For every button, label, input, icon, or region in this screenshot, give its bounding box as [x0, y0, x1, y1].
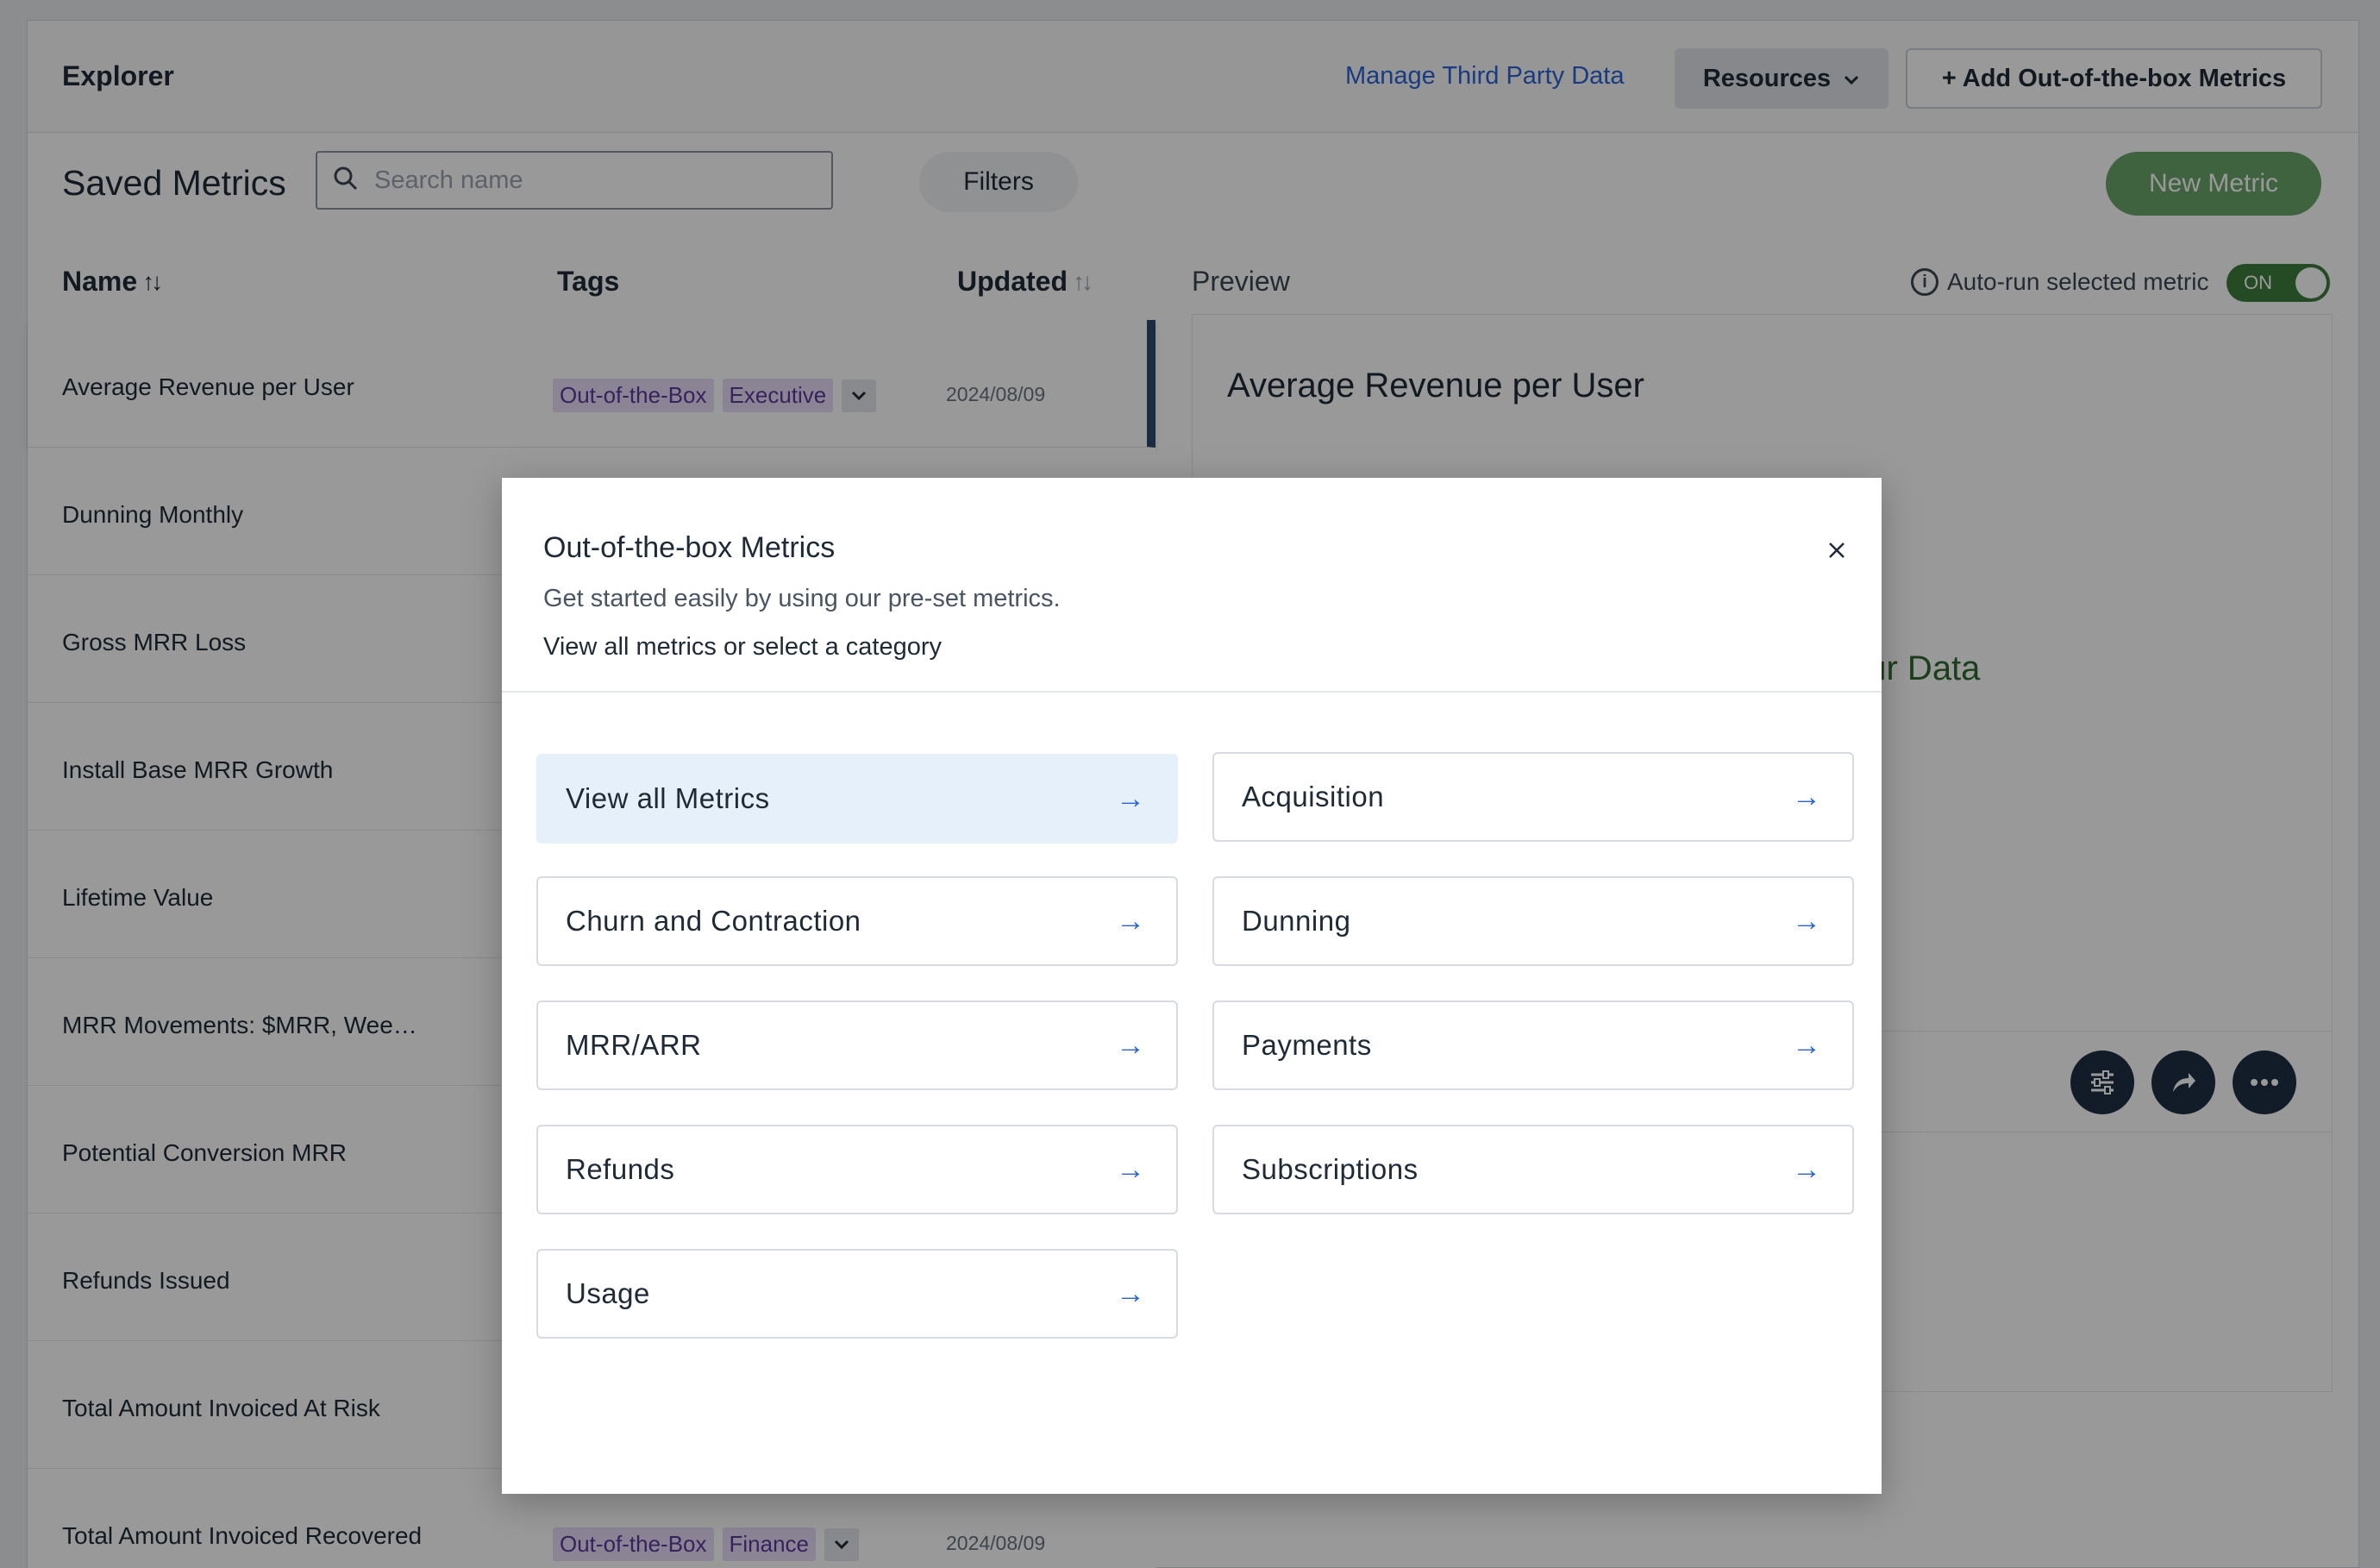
category-label: View all Metrics	[566, 782, 770, 814]
modal-subtitle: Get started easily by using our pre-set …	[543, 585, 1061, 612]
arrow-right-icon: →	[1116, 904, 1145, 938]
category-label: MRR/ARR	[566, 1029, 702, 1061]
modal-title: Out-of-the-box Metrics	[543, 531, 836, 564]
category-label: Acquisition	[1242, 781, 1385, 812]
category-subscriptions[interactable]: Subscriptions →	[1212, 1125, 1854, 1214]
close-icon[interactable]	[1821, 535, 1852, 566]
category-label: Refunds	[566, 1153, 675, 1185]
category-acquisition[interactable]: Acquisition →	[1212, 752, 1854, 842]
category-label: Churn and Contraction	[566, 905, 861, 937]
category-label: Subscriptions	[1242, 1153, 1419, 1185]
arrow-right-icon: →	[1116, 781, 1145, 815]
category-view-all-metrics[interactable]: View all Metrics →	[536, 754, 1178, 844]
arrow-right-icon: →	[1792, 1152, 1821, 1186]
out-of-box-metrics-modal: Out-of-the-box Metrics Get started easil…	[502, 478, 1882, 1494]
arrow-right-icon: →	[1116, 1152, 1145, 1186]
modal-prompt: View all metrics or select a category	[543, 633, 943, 661]
category-churn-and-contraction[interactable]: Churn and Contraction →	[536, 876, 1178, 966]
category-label: Dunning	[1242, 905, 1351, 937]
category-usage[interactable]: Usage →	[536, 1249, 1178, 1339]
arrow-right-icon: →	[1792, 1028, 1821, 1062]
arrow-right-icon: →	[1116, 1276, 1145, 1310]
arrow-right-icon: →	[1116, 1028, 1145, 1062]
category-mrr-arr[interactable]: MRR/ARR →	[536, 1000, 1178, 1090]
category-label: Payments	[1242, 1029, 1372, 1061]
arrow-right-icon: →	[1792, 904, 1821, 938]
category-payments[interactable]: Payments →	[1212, 1000, 1854, 1090]
category-label: Usage	[566, 1277, 650, 1309]
category-refunds[interactable]: Refunds →	[536, 1125, 1178, 1214]
category-dunning[interactable]: Dunning →	[1212, 876, 1854, 966]
arrow-right-icon: →	[1792, 780, 1821, 813]
divider	[502, 691, 1882, 693]
